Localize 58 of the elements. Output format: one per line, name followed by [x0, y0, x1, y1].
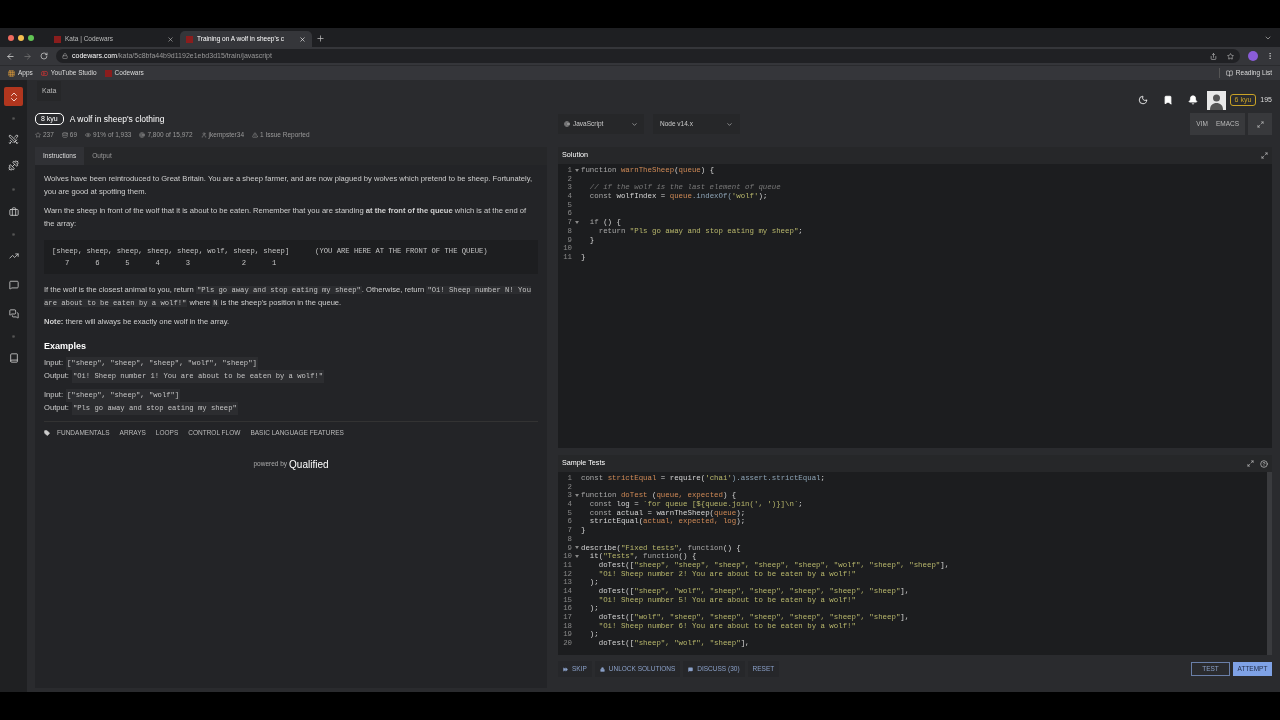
chat-icon[interactable] — [8, 280, 19, 290]
trending-up-icon[interactable] — [8, 251, 19, 261]
expand-icon[interactable] — [1261, 152, 1268, 159]
briefcase-icon[interactable] — [8, 207, 19, 217]
unlock-icon — [599, 666, 605, 672]
bookmark-icon[interactable] — [1162, 95, 1173, 105]
fold-caret-icon[interactable] — [574, 494, 579, 498]
maximize-window-control[interactable] — [28, 34, 34, 41]
swords-icon[interactable] — [8, 134, 19, 145]
fold-caret-icon[interactable] — [574, 168, 579, 172]
author-icon — [200, 132, 207, 138]
reading-list-icon — [1225, 69, 1233, 77]
dot-icon — [12, 335, 15, 338]
help-icon[interactable] — [1260, 459, 1268, 468]
dot-icon — [12, 188, 15, 191]
menu-icon[interactable] — [1266, 52, 1274, 60]
codewars-logo[interactable] — [4, 87, 23, 106]
moon-icon[interactable] — [1137, 95, 1148, 105]
codewars-favicon — [104, 69, 112, 77]
expand-icon[interactable] — [1247, 460, 1254, 467]
tab-search-icon[interactable] — [1264, 34, 1272, 42]
youtube-icon — [40, 69, 48, 77]
new-tab-icon[interactable] — [316, 34, 325, 43]
fold-caret-icon[interactable] — [574, 546, 579, 550]
messages-icon[interactable] — [8, 309, 19, 319]
notifications-icon[interactable] — [1187, 95, 1198, 105]
dot-icon — [12, 233, 15, 236]
close-tab-icon[interactable] — [167, 35, 174, 43]
book-icon[interactable] — [8, 353, 19, 363]
fullscreen-icon — [1256, 120, 1264, 128]
lock-icon — [62, 53, 68, 59]
kata-title: A wolf in sheep's clothing — [69, 112, 165, 126]
collections-icon — [61, 132, 68, 138]
back-icon[interactable] — [6, 51, 15, 61]
codewars-favicon — [186, 35, 193, 43]
discuss-icon — [688, 666, 694, 672]
tag-icon — [44, 430, 50, 437]
tests-editor[interactable] — [558, 472, 1272, 655]
share-icon[interactable] — [1210, 52, 1217, 60]
issues-icon — [252, 132, 258, 138]
close-window-control[interactable] — [8, 34, 14, 41]
fold-caret-icon[interactable] — [574, 555, 579, 559]
dumbbell-icon[interactable] — [8, 160, 19, 171]
fold-caret-icon[interactable] — [574, 220, 579, 224]
apps-grid-icon — [8, 69, 15, 77]
reload-icon[interactable] — [40, 52, 48, 60]
codewars-favicon — [54, 35, 61, 43]
dropdown-caret-icon — [631, 120, 638, 128]
skip-icon — [563, 666, 568, 672]
satisfaction-icon — [85, 132, 92, 138]
section-heading: Examples — [44, 339, 88, 352]
minimize-window-control[interactable] — [18, 34, 24, 41]
dot-icon — [12, 117, 15, 120]
profile-icon[interactable] — [1248, 51, 1258, 61]
stars-icon — [35, 132, 41, 138]
dropdown-caret-icon — [726, 120, 733, 128]
avatar-icon[interactable] — [1206, 90, 1226, 110]
bookmark-star-icon[interactable] — [1227, 52, 1234, 60]
